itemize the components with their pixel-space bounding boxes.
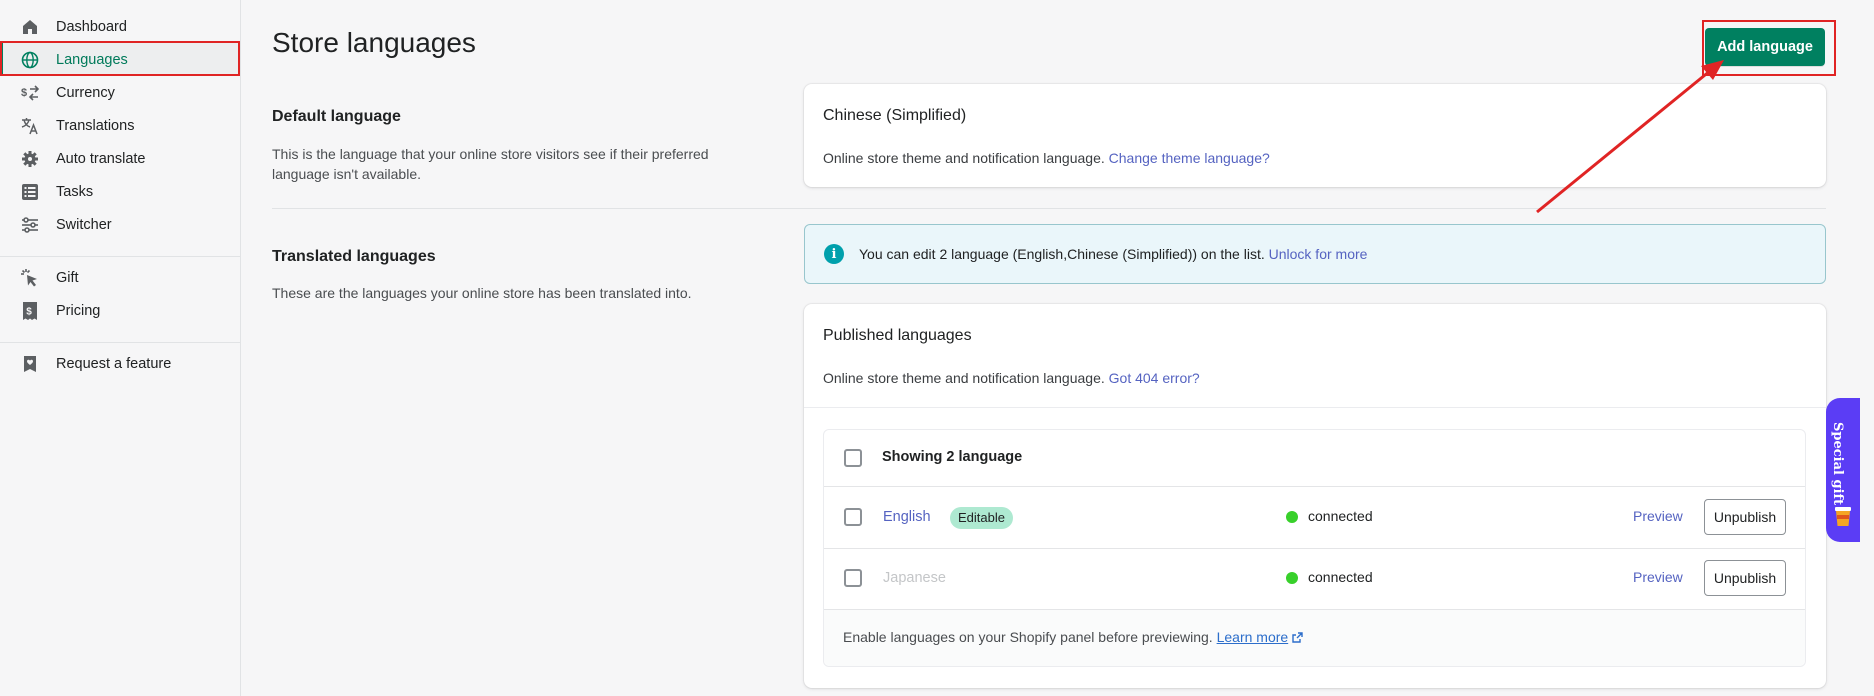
unpublish-button[interactable]: Unpublish [1704,499,1786,535]
translate-icon [20,116,40,136]
section-divider [272,208,1826,209]
preview-link[interactable]: Preview [1633,508,1683,524]
published-languages-heading: Published languages [823,327,972,344]
sidebar: Dashboard Languages $ Currency Translati… [0,0,241,696]
preview-link[interactable]: Preview [1633,569,1683,585]
receipt-icon: $ [20,301,40,321]
gift-cup-icon [1832,504,1854,528]
got-404-link[interactable]: Got 404 error? [1109,370,1200,386]
default-language-description: This is the language that your online st… [272,146,709,182]
special-gift-tab[interactable]: Special gift [1826,398,1860,542]
info-banner-message: You can edit 2 language (English,Chinese… [859,246,1265,262]
table-header-label: Showing 2 language [882,449,1023,465]
svg-text:$: $ [26,306,32,317]
sidebar-item-switcher[interactable]: Switcher [0,208,240,241]
sidebar-item-languages[interactable]: Languages [0,43,240,76]
default-language-card: Chinese (Simplified) Online store theme … [804,84,1826,187]
sidebar-item-currency[interactable]: $ Currency [0,76,240,109]
sliders-icon [20,215,40,235]
default-language-name: Chinese (Simplified) [823,107,967,124]
sidebar-item-gift[interactable]: Gift [0,261,240,294]
sidebar-item-label: Pricing [56,302,101,319]
sidebar-item-label: Currency [56,84,115,101]
home-icon [20,17,40,37]
external-link-icon [1292,629,1303,645]
default-language-text: Online store theme and notification lang… [823,150,1270,166]
sidebar-item-label: Switcher [56,216,112,233]
change-theme-language-link[interactable]: Change theme language? [1109,150,1270,166]
sidebar-divider [0,342,240,343]
translated-languages-heading: Translated languages [272,248,436,265]
page-title: Store languages [272,27,476,58]
translated-languages-description: These are the languages your online stor… [272,285,692,301]
connection-status: connected [1308,569,1373,585]
default-language-text-label: Online store theme and notification lang… [823,150,1105,166]
row-checkbox[interactable] [844,569,862,587]
select-all-checkbox[interactable] [844,449,862,467]
status-badge: Editable [950,507,1013,529]
language-name-link[interactable]: English [883,509,931,525]
sidebar-item-auto-translate[interactable]: Auto translate [0,142,240,175]
sidebar-divider [0,256,240,257]
footer-note-text: Enable languages on your Shopify panel b… [843,629,1213,645]
sidebar-item-label: Translations [56,117,135,134]
published-languages-text-label: Online store theme and notification lang… [823,370,1105,386]
sidebar-item-request-feature[interactable]: Request a feature [0,347,240,380]
sidebar-item-translations[interactable]: Translations [0,109,240,142]
list-icon [20,182,40,202]
card-divider [804,407,1826,408]
status-dot [1286,572,1298,584]
sidebar-item-pricing[interactable]: $ Pricing [0,294,240,327]
footer-note: Enable languages on your Shopify panel b… [843,629,1303,645]
sidebar-item-dashboard[interactable]: Dashboard [0,10,240,43]
status-dot [1286,511,1298,523]
currency-exchange-icon: $ [20,83,40,103]
feedback-icon [20,354,40,374]
info-banner-text: You can edit 2 language (English,Chinese… [859,246,1367,262]
unpublish-button[interactable]: Unpublish [1704,560,1786,596]
learn-more-link[interactable]: Learn more [1217,629,1289,645]
row-checkbox[interactable] [844,508,862,526]
svg-text:$: $ [21,87,27,99]
special-gift-label: Special gift [1830,422,1845,506]
row-divider [824,486,1805,487]
sidebar-item-label: Languages [56,51,128,68]
unlock-more-link[interactable]: Unlock for more [1269,246,1368,262]
click-cursor-icon [20,268,40,288]
sidebar-item-label: Tasks [56,183,94,200]
sidebar-item-tasks[interactable]: Tasks [0,175,240,208]
connection-status: connected [1308,508,1373,524]
add-language-button[interactable]: Add language [1705,28,1825,66]
sidebar-item-label: Dashboard [56,18,127,35]
info-banner: i You can edit 2 language (English,Chine… [804,224,1826,284]
row-divider [824,548,1805,549]
language-name: Japanese [883,570,946,586]
info-icon: i [824,244,844,264]
globe-icon [20,50,40,70]
languages-table: Showing 2 language English Editable conn… [823,429,1806,667]
sidebar-item-label: Auto translate [56,150,146,167]
published-languages-text: Online store theme and notification lang… [823,370,1200,386]
sidebar-item-label: Request a feature [56,355,172,372]
default-language-heading: Default language [272,108,401,125]
sidebar-item-label: Gift [56,269,79,286]
gear-icon [20,149,40,169]
